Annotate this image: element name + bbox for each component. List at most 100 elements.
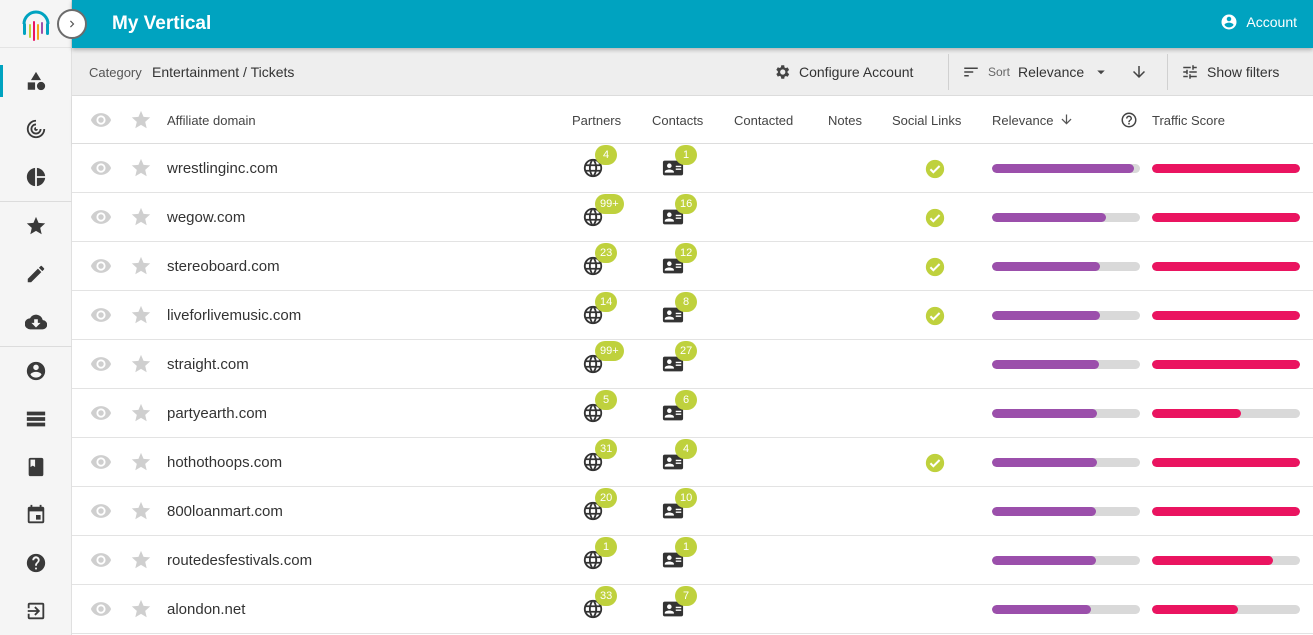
affiliate-domain-link[interactable]: 800loanmart.com: [167, 503, 283, 520]
nav-logout[interactable]: [0, 587, 72, 635]
nav-calendar[interactable]: [0, 491, 72, 539]
partners-button[interactable]: 99+: [582, 194, 624, 228]
column-header-domain[interactable]: Affiliate domain: [167, 113, 256, 128]
affiliate-domain-link[interactable]: wrestlinginc.com: [167, 160, 278, 177]
star-icon[interactable]: [130, 598, 152, 620]
sidebar-toggle-button[interactable]: [57, 9, 87, 39]
eye-icon[interactable]: [90, 109, 112, 131]
star-icon[interactable]: [130, 402, 152, 424]
eye-icon[interactable]: [90, 549, 112, 571]
partners-button[interactable]: 31: [582, 439, 618, 473]
column-header-notes[interactable]: Notes: [828, 113, 862, 128]
sort-select-value[interactable]: Relevance: [1018, 64, 1084, 80]
column-header-contacts[interactable]: Contacts: [652, 113, 703, 128]
nav-analytics[interactable]: [0, 153, 72, 201]
star-icon[interactable]: [130, 255, 152, 277]
eye-icon[interactable]: [90, 304, 112, 326]
nav-radar[interactable]: [0, 105, 72, 153]
star-icon[interactable]: [130, 451, 152, 473]
eye-icon[interactable]: [90, 598, 112, 620]
affiliate-domain-link[interactable]: straight.com: [167, 356, 249, 373]
nav-edit[interactable]: [0, 250, 72, 298]
toolbar: Category Entertainment / Tickets Configu…: [72, 48, 1313, 96]
account-button[interactable]: Account: [1220, 13, 1297, 31]
check-circle-icon[interactable]: [924, 452, 946, 474]
nav-dashboard[interactable]: [0, 57, 72, 105]
column-header-contacted[interactable]: Contacted: [734, 113, 793, 128]
traffic-score-bar-fill: [1152, 409, 1241, 418]
column-header-relevance[interactable]: Relevance: [992, 113, 1053, 128]
help-outline-icon[interactable]: [1120, 111, 1138, 129]
show-filters-button[interactable]: Show filters: [1181, 48, 1279, 96]
partners-button[interactable]: 4: [582, 145, 617, 179]
contacts-button[interactable]: 1: [662, 145, 697, 179]
contacts-button[interactable]: 27: [662, 341, 698, 375]
sort-control[interactable]: Sort Relevance: [962, 48, 1110, 96]
table-row[interactable]: straight.com 99+ 27: [72, 340, 1313, 389]
relevance-bar-fill: [992, 409, 1098, 418]
star-icon[interactable]: [130, 157, 152, 179]
contacts-button[interactable]: 4: [662, 439, 697, 473]
column-header-traffic-score[interactable]: Traffic Score: [1152, 113, 1225, 128]
affiliate-domain-link[interactable]: alondon.net: [167, 601, 245, 618]
table-row[interactable]: hothothoops.com 31 4: [72, 438, 1313, 487]
partners-button[interactable]: 5: [582, 390, 617, 424]
check-circle-icon[interactable]: [924, 158, 946, 180]
nav-profile[interactable]: [0, 347, 72, 395]
affiliate-domain-link[interactable]: stereoboard.com: [167, 258, 280, 275]
eye-icon[interactable]: [90, 353, 112, 375]
nav-help[interactable]: [0, 539, 72, 587]
affiliate-domain-link[interactable]: routedesfestivals.com: [167, 552, 312, 569]
partners-button[interactable]: 99+: [582, 341, 624, 375]
partners-button[interactable]: 33: [582, 586, 618, 620]
nav-download[interactable]: [0, 298, 72, 346]
table-row[interactable]: wrestlinginc.com 4 1: [72, 144, 1313, 193]
eye-icon[interactable]: [90, 255, 112, 277]
star-icon[interactable]: [130, 109, 152, 131]
contacts-button[interactable]: 12: [662, 243, 698, 277]
check-circle-icon[interactable]: [924, 256, 946, 278]
table-row[interactable]: alondon.net 33 7: [72, 585, 1313, 634]
table-row[interactable]: partyearth.com 5 6: [72, 389, 1313, 438]
star-icon[interactable]: [130, 206, 152, 228]
star-icon[interactable]: [130, 304, 152, 326]
eye-icon[interactable]: [90, 157, 112, 179]
contacts-button[interactable]: 1: [662, 537, 697, 571]
star-icon[interactable]: [130, 500, 152, 522]
contacts-button[interactable]: 8: [662, 292, 697, 326]
table-row[interactable]: 800loanmart.com 20 10: [72, 487, 1313, 536]
check-circle-icon[interactable]: [924, 207, 946, 229]
arrow-down-icon[interactable]: [1059, 112, 1074, 127]
affiliate-domain-link[interactable]: liveforlivemusic.com: [167, 307, 301, 324]
contacts-button[interactable]: 6: [662, 390, 697, 424]
affiliate-domain-link[interactable]: hothothoops.com: [167, 454, 282, 471]
eye-icon[interactable]: [90, 451, 112, 473]
partners-button[interactable]: 20: [582, 488, 618, 522]
sort-direction-button[interactable]: [1130, 48, 1148, 96]
partners-button[interactable]: 14: [582, 292, 618, 326]
table-row[interactable]: wegow.com 99+ 16: [72, 193, 1313, 242]
table-row[interactable]: liveforlivemusic.com 14 8: [72, 291, 1313, 340]
eye-icon[interactable]: [90, 206, 112, 228]
column-header-partners[interactable]: Partners: [572, 113, 621, 128]
nav-favorites[interactable]: [0, 202, 72, 250]
partners-button[interactable]: 23: [582, 243, 618, 277]
contacts-button[interactable]: 7: [662, 586, 697, 620]
partners-button[interactable]: 1: [582, 537, 617, 571]
affiliate-domain-link[interactable]: partyearth.com: [167, 405, 267, 422]
contacts-button[interactable]: 10: [662, 488, 698, 522]
star-icon[interactable]: [130, 549, 152, 571]
configure-account-button[interactable]: Configure Account: [773, 48, 913, 96]
star-icon[interactable]: [130, 353, 152, 375]
nav-list[interactable]: [0, 395, 72, 443]
contacts-button[interactable]: 16: [662, 194, 698, 228]
eye-icon[interactable]: [90, 402, 112, 424]
check-circle-icon[interactable]: [924, 305, 946, 327]
table-row[interactable]: stereoboard.com 23 12: [72, 242, 1313, 291]
traffic-score-bar: [1152, 360, 1300, 369]
column-header-social-links[interactable]: Social Links: [892, 113, 961, 128]
eye-icon[interactable]: [90, 500, 112, 522]
table-row[interactable]: routedesfestivals.com 1 1: [72, 536, 1313, 585]
nav-book[interactable]: [0, 443, 72, 491]
affiliate-domain-link[interactable]: wegow.com: [167, 209, 245, 226]
